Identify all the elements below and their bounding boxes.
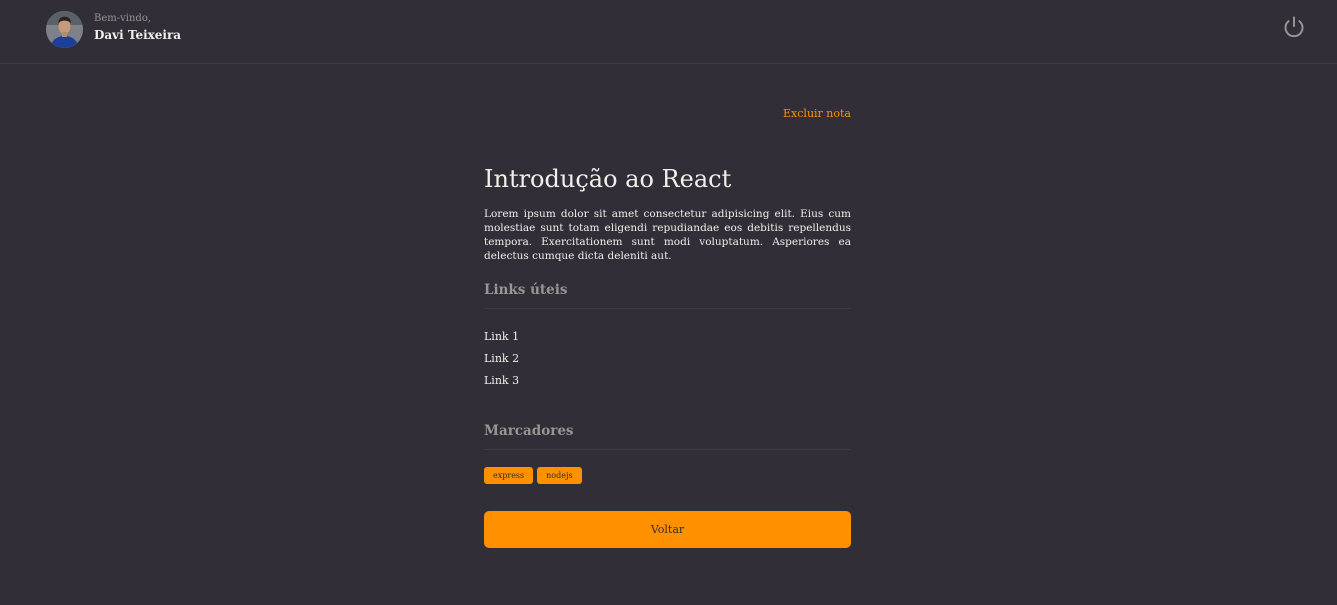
tag-badge: express	[484, 467, 534, 484]
avatar[interactable]	[46, 11, 83, 48]
app-header: Bem-vindo, Davi Teixeira	[0, 0, 1337, 64]
link-item[interactable]: Link 2	[484, 348, 519, 370]
user-avatar-photo-icon	[46, 11, 83, 48]
links-section-title: Links úteis	[484, 282, 851, 309]
tags-section-title: Marcadores	[484, 423, 851, 450]
welcome-block: Bem-vindo, Davi Teixeira	[94, 13, 181, 43]
delete-note-button[interactable]: Excluir nota	[783, 107, 851, 120]
back-button[interactable]: Voltar	[484, 511, 851, 548]
link-item[interactable]: Link 3	[484, 370, 519, 392]
power-icon	[1284, 16, 1304, 38]
tags-list: express nodejs	[484, 467, 582, 484]
note-description: Lorem ipsum dolor sit amet consectetur a…	[484, 208, 851, 262]
logout-button[interactable]	[1282, 15, 1306, 39]
tag-badge: nodejs	[537, 467, 582, 484]
user-profile[interactable]: Bem-vindo, Davi Teixeira	[46, 11, 181, 48]
links-list: Link 1 Link 2 Link 3	[484, 326, 519, 392]
greeting-text: Bem-vindo,	[94, 13, 152, 24]
link-item[interactable]: Link 1	[484, 326, 519, 348]
note-title: Introdução ao React	[484, 165, 732, 193]
user-name[interactable]: Davi Teixeira	[94, 27, 181, 43]
